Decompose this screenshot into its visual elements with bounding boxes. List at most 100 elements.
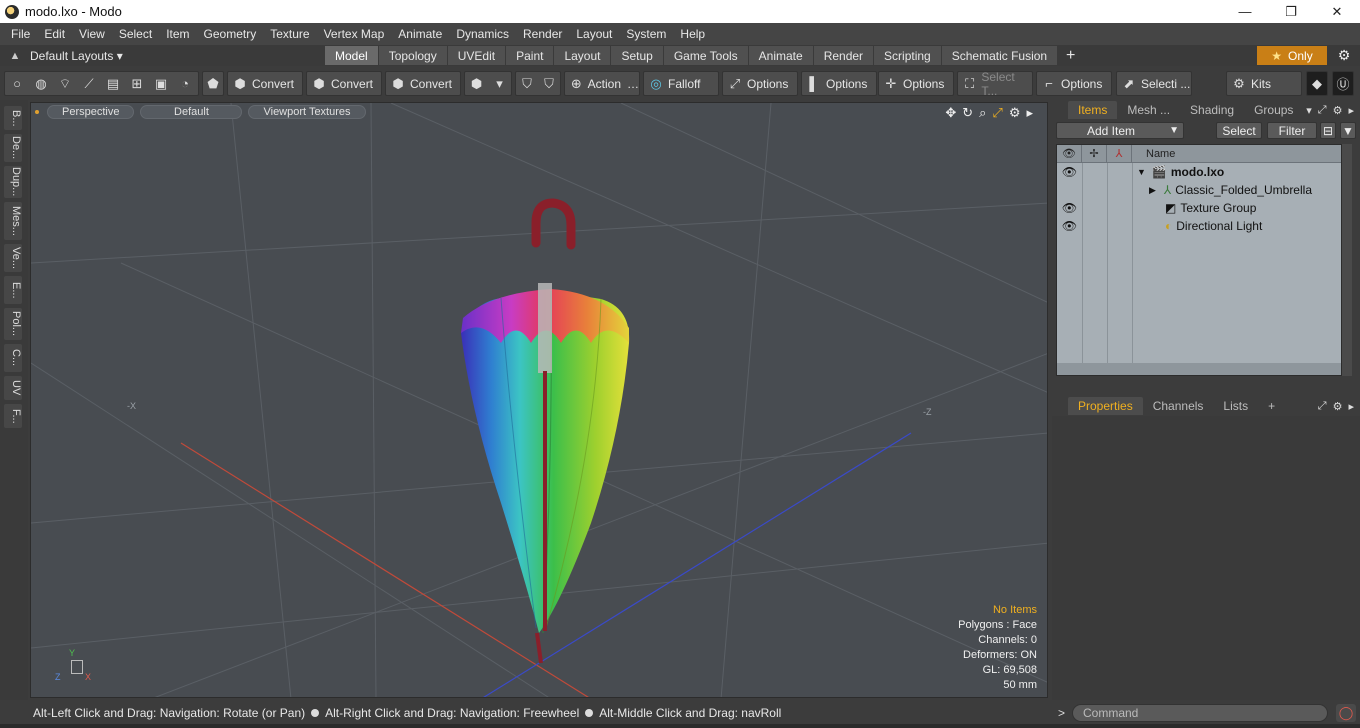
3d-viewport[interactable]: Perspective Default Viewport Textures ✥ … — [30, 102, 1048, 698]
eye-icon[interactable]: 👁 — [1057, 201, 1082, 215]
list-item[interactable]: ▶ ⅄ Classic_Folded_Umbrella — [1057, 181, 1341, 199]
name-column-header[interactable]: Name — [1132, 148, 1175, 160]
select-button[interactable]: Select — [1216, 122, 1262, 139]
eye-icon[interactable]: 👁 — [1057, 165, 1082, 179]
perspective-button[interactable]: Perspective — [47, 105, 135, 119]
close-button[interactable]: ✕ — [1314, 0, 1360, 23]
viewport-menu-dot[interactable] — [35, 110, 39, 114]
shield-alt-icon[interactable]: ⛉ — [541, 75, 557, 93]
select-through-button[interactable]: ⛶ Select T... — [957, 70, 1033, 98]
edge-icon[interactable]: ⟋ — [80, 75, 98, 93]
left-tab-fusion[interactable]: F... — [4, 404, 22, 428]
menu-render[interactable]: Render — [516, 27, 569, 41]
tab-model[interactable]: Model — [325, 46, 379, 65]
maximize-button[interactable]: ❐ — [1268, 0, 1314, 23]
horizontal-scrollbar[interactable] — [1057, 363, 1341, 375]
convert-button-2[interactable]: ⬢ Convert — [306, 71, 382, 96]
pan-icon[interactable]: ✥ — [945, 105, 956, 121]
expand-arrow-icon[interactable]: ▶ — [1149, 185, 1156, 196]
shading-default-button[interactable]: Default — [140, 105, 243, 119]
visibility-column-icon[interactable]: 👁 — [1057, 144, 1082, 163]
tab-mesh[interactable]: Mesh ... — [1117, 101, 1180, 119]
left-tab-polygon[interactable]: Pol... — [4, 308, 22, 340]
panel-arrow-icon[interactable]: ▸ — [1348, 104, 1354, 117]
left-tab-mesh-edit[interactable]: Mes... — [4, 202, 22, 240]
expand-arrow-icon[interactable]: ▼ — [1137, 167, 1146, 177]
tab-paint[interactable]: Paint — [506, 46, 555, 65]
tab-shading[interactable]: Shading — [1180, 101, 1244, 119]
panel-arrow-icon[interactable]: ▸ — [1348, 400, 1354, 413]
tab-lists[interactable]: Lists — [1213, 397, 1258, 415]
add-properties-tab-button[interactable]: + — [1258, 397, 1285, 415]
menu-texture[interactable]: Texture — [263, 27, 316, 41]
tab-items[interactable]: Items — [1068, 101, 1118, 119]
falloff-button[interactable]: ◎ Falloff — [643, 71, 719, 96]
menu-view[interactable]: View — [72, 27, 112, 41]
tab-animate[interactable]: Animate — [748, 46, 814, 65]
menu-dynamics[interactable]: Dynamics — [449, 27, 516, 41]
menu-help[interactable]: Help — [673, 27, 712, 41]
viewport-gear-icon[interactable]: ⚙ — [1009, 105, 1021, 121]
minimize-button[interactable]: — — [1222, 0, 1268, 23]
left-tab-deform[interactable]: De... — [4, 134, 22, 162]
options-button-4[interactable]: ⌐ Options — [1036, 71, 1112, 96]
tab-uvedit[interactable]: UVEdit — [447, 46, 507, 65]
command-input[interactable]: Command — [1072, 704, 1328, 722]
settings-icon[interactable]: ⚙ — [1333, 400, 1343, 413]
material-icon[interactable]: ▣ — [152, 75, 170, 93]
tab-game-tools[interactable]: Game Tools — [663, 46, 749, 65]
tab-setup[interactable]: Setup — [611, 46, 664, 65]
unreal-icon[interactable]: Ⓤ — [1332, 71, 1354, 96]
command-history-icon[interactable]: ◯ — [1336, 704, 1356, 722]
list-item[interactable]: 👁 ◐ Directional Light — [1057, 217, 1341, 235]
pivot-icon[interactable]: ◔ — [176, 75, 194, 93]
vertical-scrollbar[interactable] — [1342, 144, 1352, 376]
eye-icon[interactable]: 👁 — [1057, 219, 1082, 233]
viewport-expand-icon[interactable]: ▸ — [1026, 105, 1033, 121]
only-button[interactable]: ★ Only — [1257, 46, 1327, 65]
menu-select[interactable]: Select — [112, 27, 159, 41]
tab-schematic-fusion[interactable]: Schematic Fusion — [941, 46, 1059, 65]
polygon-icon[interactable]: ▤ — [104, 75, 122, 93]
options-button-1[interactable]: ⤢ Options — [722, 71, 798, 96]
options-button-2[interactable]: ▌ Options — [801, 71, 877, 96]
left-tab-vertex[interactable]: Ve... — [4, 244, 22, 272]
list-item[interactable]: 👁 ◩ Texture Group — [1057, 199, 1341, 217]
umbrella-model[interactable] — [461, 198, 630, 664]
menu-edit[interactable]: Edit — [37, 27, 72, 41]
action-center-button[interactable]: ⊕ Action… — [564, 71, 640, 96]
funnel-icon[interactable]: ▼ — [1340, 122, 1356, 139]
add-tab-button[interactable]: + — [1058, 46, 1085, 65]
primitive-dropdown[interactable]: ⬢ ▾ — [464, 71, 512, 96]
layout-select[interactable]: Default Layouts ▾ — [30, 49, 130, 63]
tab-properties[interactable]: Properties — [1068, 397, 1143, 415]
fit-icon[interactable]: ⤢ — [992, 105, 1002, 121]
rotate-icon[interactable]: ↻ — [962, 105, 973, 121]
convert-button-1[interactable]: ⬢ Convert — [227, 71, 303, 96]
tab-layout[interactable]: Layout — [554, 46, 612, 65]
gear-icon[interactable]: ⚙ — [1330, 46, 1358, 65]
mesh-icon[interactable]: ⬟ — [202, 71, 224, 96]
tab-render[interactable]: Render — [813, 46, 875, 65]
selection-sets-button[interactable]: ⬈ Selecti ... — [1116, 71, 1192, 96]
add-item-button[interactable]: Add Item ▼ — [1056, 122, 1184, 139]
item-icon[interactable]: ⊞ — [128, 75, 146, 93]
left-tab-edge[interactable]: E... — [4, 276, 22, 304]
circle-select-icon[interactable]: ○ — [8, 75, 26, 93]
tab-topology[interactable]: Topology — [378, 46, 448, 65]
type-column-icon[interactable]: ⅄ — [1107, 144, 1132, 163]
menu-system[interactable]: System — [619, 27, 673, 41]
unity-icon[interactable]: ◆ — [1306, 71, 1328, 96]
expand-icon[interactable]: ⤢ — [1318, 104, 1327, 117]
left-tab-basic[interactable]: B... — [4, 106, 22, 130]
menu-item[interactable]: Item — [159, 27, 196, 41]
zoom-icon[interactable]: ⌕ — [979, 105, 986, 121]
list-item[interactable]: 👁 ▼ 🎬 modo.lxo — [1057, 163, 1341, 181]
menu-layout[interactable]: Layout — [569, 27, 619, 41]
menu-file[interactable]: File — [4, 27, 37, 41]
vertex-icon[interactable]: ⌔ — [56, 75, 74, 93]
left-tab-curve[interactable]: C... — [4, 344, 22, 372]
layout-toggle-icon[interactable]: ▲ — [0, 50, 30, 62]
left-tab-duplicate[interactable]: Dup... — [4, 166, 22, 198]
left-tab-uv[interactable]: UV — [4, 376, 22, 400]
